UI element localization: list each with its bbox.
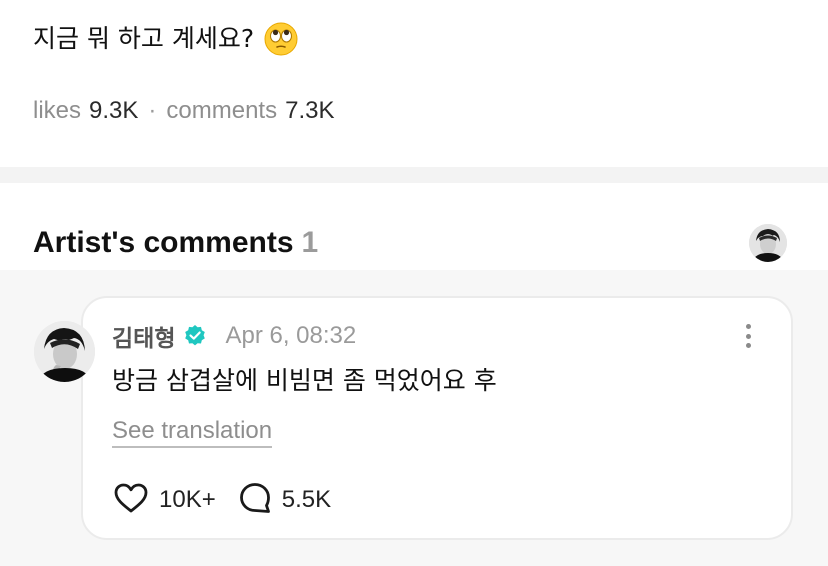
post-stats: likes 9.3K · comments 7.3K xyxy=(33,96,334,126)
verified-badge-icon xyxy=(183,324,207,348)
comment-author-name[interactable]: 김태형 xyxy=(112,319,175,353)
artist-comments-count: 1 xyxy=(301,226,319,259)
reply-button[interactable]: 5.5K xyxy=(238,481,331,519)
page: 지금 뭐 하고 계세요? likes 9.3K · comments 7.3K Arti… xyxy=(0,0,828,566)
post-text-row: 지금 뭐 하고 계세요? xyxy=(33,20,298,58)
reply-count: 5.5K xyxy=(281,486,332,513)
comments-count[interactable]: 7.3K xyxy=(285,97,334,124)
section-divider xyxy=(0,167,828,183)
more-options-icon[interactable] xyxy=(737,320,759,352)
like-count: 10K+ xyxy=(159,486,216,513)
comment-actions: 10K+ 5.5K xyxy=(113,482,331,518)
heart-icon xyxy=(113,482,149,518)
like-button[interactable]: 10K+ xyxy=(113,482,216,518)
post-text: 지금 뭐 하고 계세요? xyxy=(33,24,255,53)
see-translation-link[interactable]: See translation xyxy=(112,416,273,448)
likes-count[interactable]: 9.3K xyxy=(89,97,138,124)
speech-bubble-icon xyxy=(238,481,272,519)
stats-separator: · xyxy=(148,97,157,124)
artist-comments-title: Artist's comments xyxy=(33,226,294,259)
comments-label[interactable]: comments xyxy=(166,97,277,124)
eye-roll-emoji-icon xyxy=(264,22,298,56)
artist-comments-heading: Artist's comments 1 xyxy=(33,224,318,262)
comment-author-avatar[interactable] xyxy=(34,321,95,382)
comment-timestamp: Apr 6, 08:32 xyxy=(225,322,357,349)
likes-label[interactable]: likes xyxy=(33,97,81,124)
comment-body: 방금 삼겹살에 비빔면 좀 먹었어요 후 xyxy=(112,366,497,395)
comment-author-row: 김태형 Apr 6, 08:32 xyxy=(112,319,356,353)
artist-avatar[interactable] xyxy=(749,224,787,262)
